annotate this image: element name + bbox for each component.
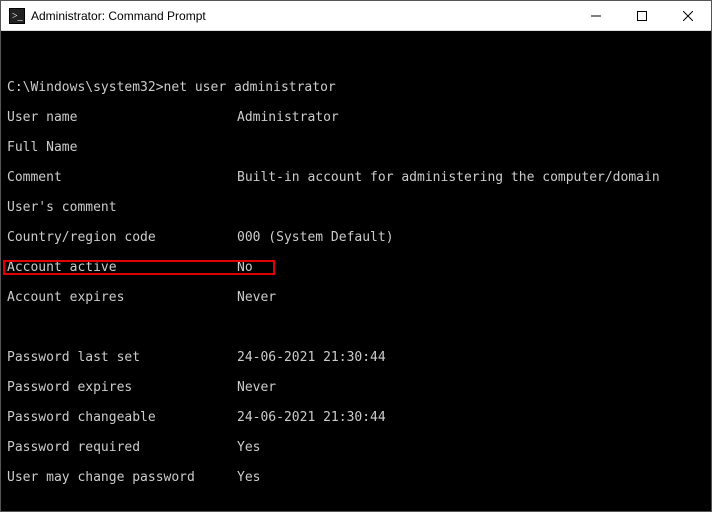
- minimize-button[interactable]: [573, 1, 619, 31]
- output-row: Password expiresNever: [7, 380, 705, 395]
- output-row: User's comment: [7, 200, 705, 215]
- close-button[interactable]: [665, 1, 711, 31]
- output-row: Password changeable24-06-2021 21:30:44: [7, 410, 705, 425]
- cmd-icon: >_: [9, 8, 25, 24]
- blank-line: [7, 320, 705, 335]
- output-row: Full Name: [7, 140, 705, 155]
- output-row: Country/region code000 (System Default): [7, 230, 705, 245]
- output-row: CommentBuilt-in account for administerin…: [7, 170, 705, 185]
- svg-text:>_: >_: [12, 11, 24, 22]
- titlebar[interactable]: >_ Administrator: Command Prompt: [1, 1, 711, 31]
- output-row: Password requiredYes: [7, 440, 705, 455]
- window-title: Administrator: Command Prompt: [31, 9, 573, 23]
- output-row: Account expiresNever: [7, 290, 705, 305]
- console-area[interactable]: C:\Windows\system32>net user administrat…: [1, 31, 711, 511]
- blank-line: [7, 500, 705, 511]
- prompt-line: C:\Windows\system32>net user administrat…: [7, 80, 705, 95]
- output-row: Password last set24-06-2021 21:30:44: [7, 350, 705, 365]
- output-row: User may change passwordYes: [7, 470, 705, 485]
- output-row: User nameAdministrator: [7, 110, 705, 125]
- console-line: [7, 50, 705, 65]
- output-row-highlighted: Account activeNo: [7, 260, 705, 275]
- prompt-path: C:\Windows\system32>: [7, 80, 164, 95]
- command-text: net user administrator: [164, 80, 336, 95]
- maximize-button[interactable]: [619, 1, 665, 31]
- window-controls: [573, 1, 711, 31]
- command-prompt-window: >_ Administrator: Command Prompt C:\Wind…: [0, 0, 712, 512]
